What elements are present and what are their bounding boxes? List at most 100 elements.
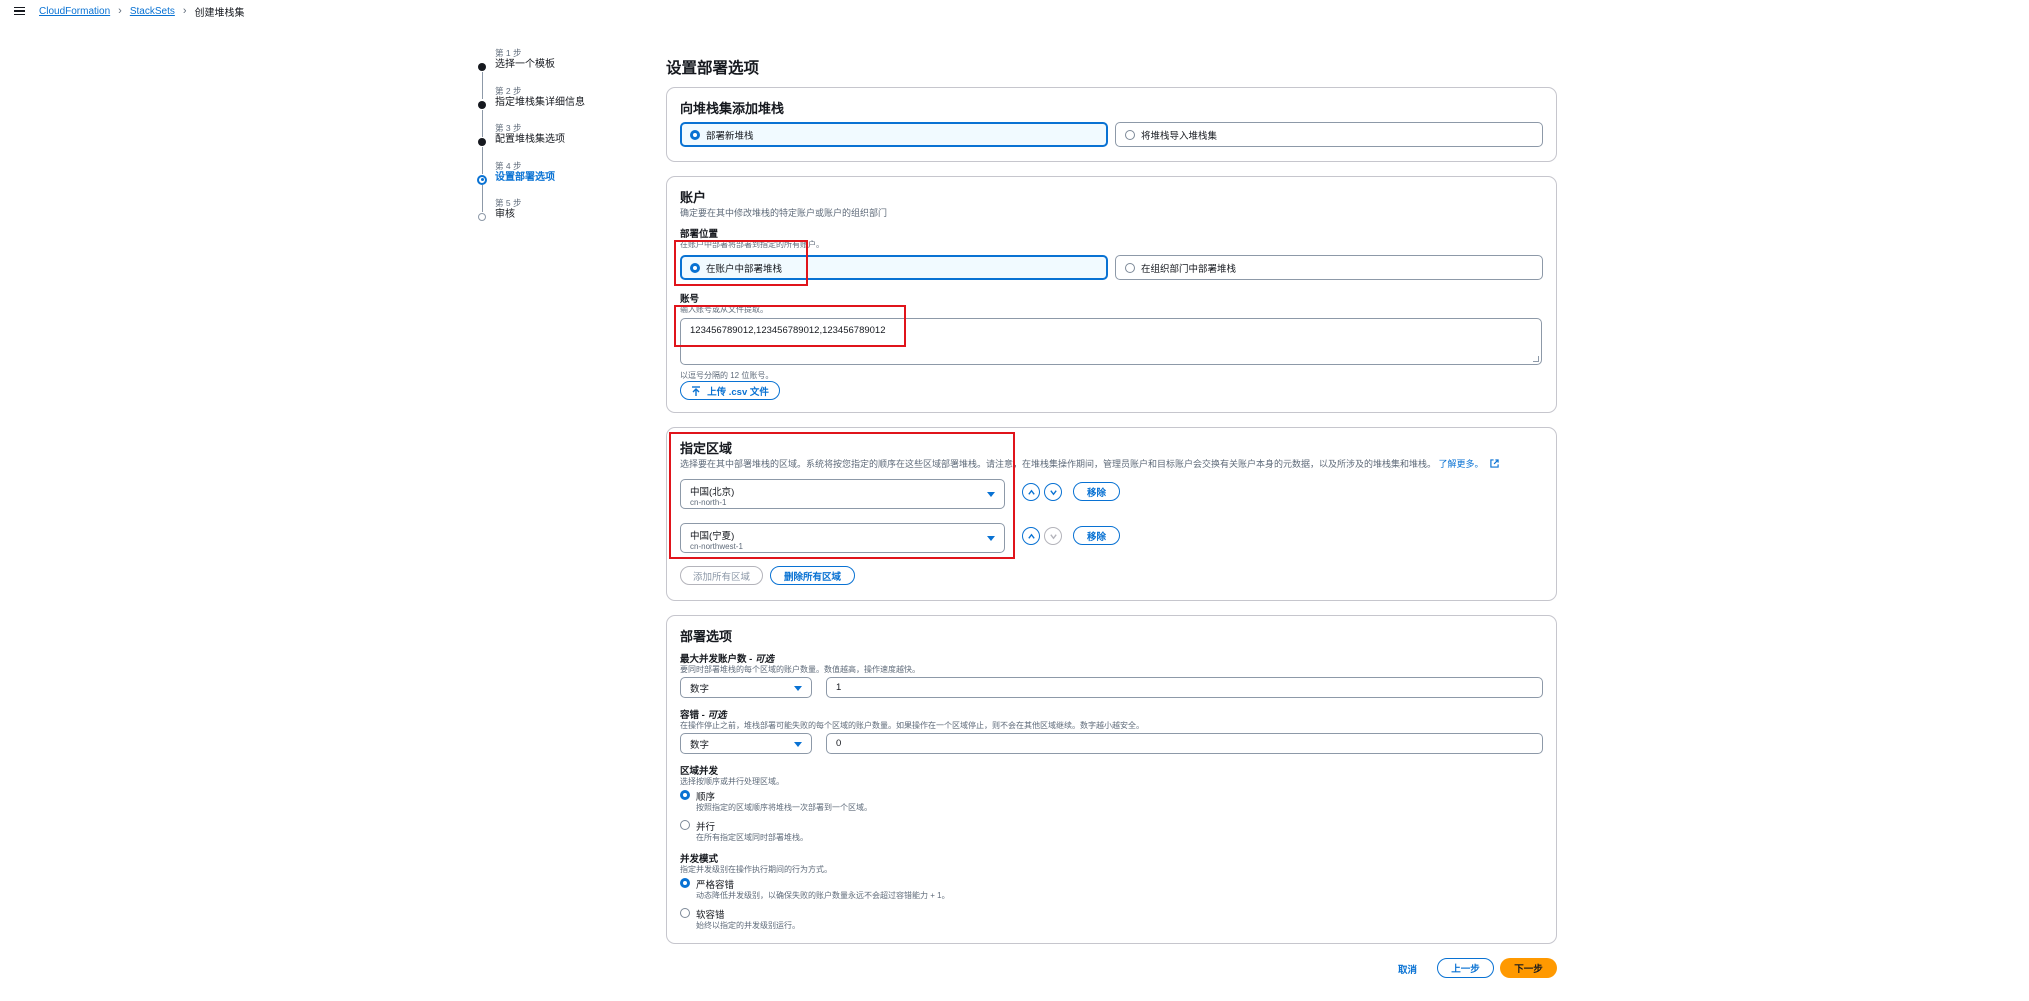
radio-hint: 动态降低并发级别，以确保失败的账户数量永远不会超过容错能力 + 1。: [696, 891, 950, 900]
chevron-right-icon: ›: [182, 5, 187, 17]
move-down-button[interactable]: [1044, 483, 1062, 501]
panel-description: 确定要在其中修改堆栈的特定账户或账户的组织部门: [680, 208, 888, 218]
step-dot-icon: [478, 213, 486, 221]
radio-label: 软容错: [696, 910, 725, 921]
panel-title: 部署选项: [680, 629, 733, 644]
external-link-icon: [1490, 459, 1499, 468]
wizard-step-3[interactable]: 第 3 步 配置堆栈集选项: [476, 123, 636, 174]
radio-icon: [680, 820, 690, 830]
caret-down-icon: [794, 686, 802, 691]
region-code: cn-northwest-1: [690, 542, 743, 551]
remove-region-button[interactable]: 移除: [1073, 482, 1120, 501]
breadcrumb-bar: CloudFormation › StackSets › 创建堆栈集: [0, 0, 2029, 22]
remove-all-regions-button[interactable]: 删除所有区域: [770, 566, 855, 585]
menu-icon[interactable]: [14, 6, 25, 16]
chevron-down-icon: [1049, 489, 1057, 495]
deploy-in-org-tile[interactable]: 在组织部门中部署堆栈: [1115, 255, 1543, 280]
account-numbers-textarea[interactable]: 123456789012,123456789012,123456789012: [680, 318, 1542, 365]
wizard-step-2[interactable]: 第 2 步 指定堆栈集详细信息: [476, 85, 636, 137]
previous-button[interactable]: 上一步: [1437, 958, 1494, 978]
tile-label: 在组织部门中部署堆栈: [1141, 263, 1237, 275]
caret-down-icon: [987, 536, 995, 541]
cancel-button[interactable]: 取消: [1398, 962, 1417, 976]
caret-down-icon: [794, 742, 802, 747]
concurrency-mode-label: 并发模式: [680, 854, 719, 865]
button-label: 移除: [1086, 531, 1106, 543]
account-number-footer: 以逗号分隔的 12 位账号。: [680, 371, 774, 380]
move-up-button[interactable]: [1022, 527, 1040, 545]
select-value: 数字: [690, 739, 710, 751]
wizard-step-4: 第 4 步 设置部署选项: [476, 161, 636, 212]
button-label: 上一步: [1451, 964, 1480, 975]
button-label: 上传 .csv 文件: [707, 386, 769, 398]
failure-tolerance-input[interactable]: 0: [826, 733, 1543, 754]
radio-selected-icon: [680, 790, 690, 800]
region-concurrency-label: 区域并发: [680, 766, 719, 777]
panel-title: 向堆栈集添加堆栈: [680, 101, 785, 116]
max-concurrent-input[interactable]: 1: [826, 677, 1543, 698]
wizard-step-5: 第 5 步 审核: [476, 198, 636, 236]
step-number: 第 1 步: [495, 48, 522, 58]
add-all-regions-button: 添加所有区域: [680, 566, 763, 585]
failure-tolerance-label: 容错 - 可选: [680, 707, 726, 721]
step-label: 配置堆栈集选项: [495, 134, 565, 145]
region-select-2[interactable]: 中国(宁夏) cn-northwest-1: [680, 523, 1005, 553]
deployment-options-panel: 部署选项 最大并发账户数 - 可选 要同时部署堆栈的每个区域的账户数量。数值越高…: [666, 615, 1557, 944]
step-dot-icon: [478, 100, 486, 109]
breadcrumb-cloudformation[interactable]: CloudFormation: [39, 6, 110, 17]
chevron-up-icon: [1027, 533, 1035, 539]
remove-region-button[interactable]: 移除: [1073, 526, 1120, 545]
caret-down-icon: [987, 492, 995, 497]
radio-selected-icon: [690, 129, 700, 140]
button-label: 添加所有区域: [692, 571, 750, 583]
radio-selected-icon: [680, 878, 690, 888]
input-value: 0: [836, 738, 842, 749]
textarea-value: 123456789012,123456789012,123456789012: [690, 325, 886, 336]
step-label: 指定堆栈集详细信息: [495, 96, 585, 108]
chevron-up-icon: [1027, 489, 1035, 495]
panel-description: 选择要在其中部署堆栈的区域。系统将按您指定的顺序在这些区域部署堆栈。请注意，在堆…: [680, 457, 1499, 470]
upload-icon: [692, 385, 701, 396]
radio-hint: 按照指定的区域顺序将堆栈一次部署到一个区域。: [696, 803, 872, 812]
step-number: 第 5 步: [495, 198, 522, 208]
learn-more-link[interactable]: 了解更多。: [1439, 459, 1484, 469]
button-label: 移除: [1086, 487, 1106, 499]
accounts-panel: 账户 确定要在其中修改堆栈的特定账户或账户的组织部门 部署位置 在账户中部署将部…: [666, 176, 1557, 413]
wizard-step-1[interactable]: 第 1 步 选择一个模板: [476, 48, 636, 99]
step-dot-icon: [478, 138, 486, 146]
radio-label: 顺序: [696, 792, 716, 803]
step-label: 审核: [495, 209, 515, 220]
radio-icon: [680, 908, 690, 918]
deploy-in-accounts-tile[interactable]: 在账户中部署堆栈: [680, 255, 1108, 280]
max-concurrent-label: 最大并发账户数 - 可选: [680, 651, 774, 665]
resize-handle-icon[interactable]: [1533, 356, 1539, 362]
breadcrumb-current: 创建堆栈集: [194, 7, 245, 19]
region-select-1[interactable]: 中国(北京) cn-north-1: [680, 479, 1005, 509]
concurrency-mode-hint: 指定并发级别在操作执行期间的行为方式。: [680, 865, 832, 874]
deploy-new-stacks-tile[interactable]: 部署新堆栈: [680, 122, 1108, 147]
regions-panel: 指定区域 选择要在其中部署堆栈的区域。系统将按您指定的顺序在这些区域部署堆栈。请…: [666, 427, 1557, 601]
radio-hint: 在所有指定区域同时部署堆栈。: [696, 833, 808, 842]
wizard-steps: 第 1 步 选择一个模板 第 2 步 指定堆栈集详细信息 第 3 步 配置堆栈集…: [476, 48, 636, 236]
region-name: 中国(宁夏): [690, 531, 735, 542]
radio-icon: [1125, 262, 1135, 273]
failure-tolerance-type-select[interactable]: 数字: [680, 733, 812, 754]
move-up-button[interactable]: [1022, 483, 1040, 501]
step-number: 第 3 步: [495, 123, 522, 133]
panel-title: 指定区域: [680, 441, 733, 456]
region-concurrency-hint: 选择按顺序或并行处理区域。: [680, 777, 784, 786]
step-dot-icon: [478, 63, 486, 71]
panel-title: 账户: [680, 190, 707, 205]
max-concurrent-type-select[interactable]: 数字: [680, 677, 812, 698]
next-button[interactable]: 下一步: [1500, 958, 1557, 978]
max-concurrent-hint: 要同时部署堆栈的每个区域的账户数量。数值越高，操作速度越快。: [680, 665, 920, 674]
add-stacks-panel: 向堆栈集添加堆栈 部署新堆栈 将堆栈导入堆栈集: [666, 87, 1557, 162]
radio-label: 并行: [696, 822, 716, 833]
upload-csv-button[interactable]: 上传 .csv 文件: [680, 381, 780, 400]
import-stacks-tile[interactable]: 将堆栈导入堆栈集: [1115, 122, 1543, 147]
select-value: 数字: [690, 683, 710, 695]
breadcrumb-stacksets[interactable]: StackSets: [130, 6, 175, 17]
step-number: 第 2 步: [495, 85, 522, 96]
failure-tolerance-hint: 在操作停止之前，堆栈部署可能失败的每个区域的账户数量。如果操作在一个区域停止，则…: [680, 721, 1144, 730]
tile-label: 将堆栈导入堆栈集: [1141, 130, 1218, 142]
